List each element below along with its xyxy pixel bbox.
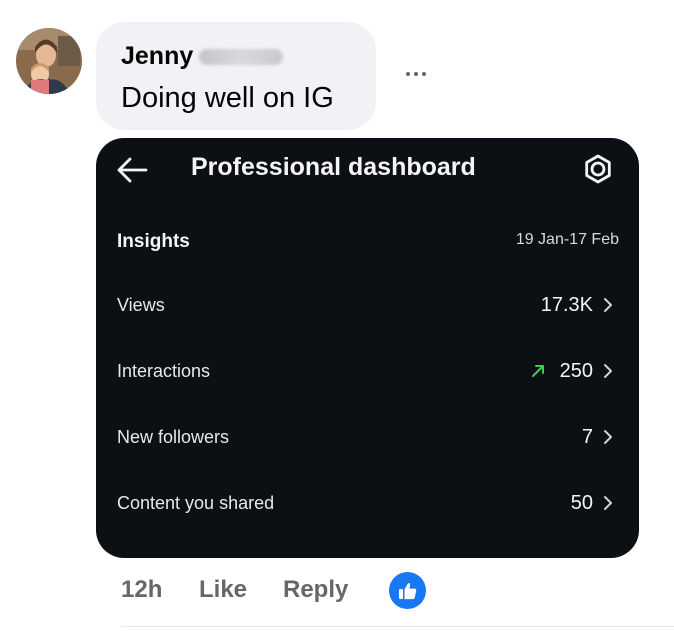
- attached-image-dashboard[interactable]: Professional dashboard Insights 19 Jan-1…: [96, 138, 639, 558]
- chevron-right-icon: [604, 496, 612, 510]
- like-button[interactable]: Like: [199, 576, 283, 604]
- date-range: 19 Jan-17 Feb: [515, 231, 619, 248]
- metric-label: Content you shared: [117, 492, 275, 513]
- redacted-surname: [199, 48, 284, 65]
- metric-value: 50: [570, 491, 593, 514]
- comment-bubble: Jenny Doing well on IG: [96, 22, 376, 130]
- metric-label: New followers: [117, 426, 230, 447]
- gear-icon: [583, 154, 613, 189]
- comment-text: Doing well on IG: [121, 82, 334, 114]
- chevron-right-icon: [604, 364, 612, 378]
- metric-label: Views: [117, 294, 165, 315]
- metric-row-content-shared: Content you shared 50: [117, 488, 613, 518]
- reply-button[interactable]: Reply: [283, 576, 389, 604]
- metric-value: 17.3K: [540, 293, 593, 316]
- dashboard-title: Professional dashboard: [191, 153, 476, 181]
- trend-up-icon: [531, 365, 544, 377]
- author-name[interactable]: Jenny: [121, 42, 193, 71]
- metric-row-interactions: Interactions 250: [117, 356, 613, 386]
- metric-row-new-followers: New followers 7: [117, 422, 613, 452]
- chevron-right-icon: [604, 430, 612, 444]
- insights-heading: Insights: [117, 231, 190, 252]
- more-horizontal-icon[interactable]: [398, 62, 434, 86]
- metric-value: 250: [559, 359, 593, 382]
- arrow-left-icon: [116, 156, 148, 189]
- metric-label: Interactions: [117, 360, 211, 381]
- comment-actions: 12h Like Reply: [121, 576, 389, 604]
- facebook-comment: Jenny Doing well on IG Professional dash…: [0, 0, 674, 634]
- thumbs-up-icon[interactable]: [389, 572, 426, 609]
- metric-value: 7: [581, 425, 593, 448]
- divider: [121, 626, 674, 627]
- metric-row-views: Views 17.3K: [117, 290, 613, 320]
- chevron-right-icon: [604, 298, 612, 312]
- avatar[interactable]: [16, 28, 82, 94]
- timestamp[interactable]: 12h: [121, 576, 199, 604]
